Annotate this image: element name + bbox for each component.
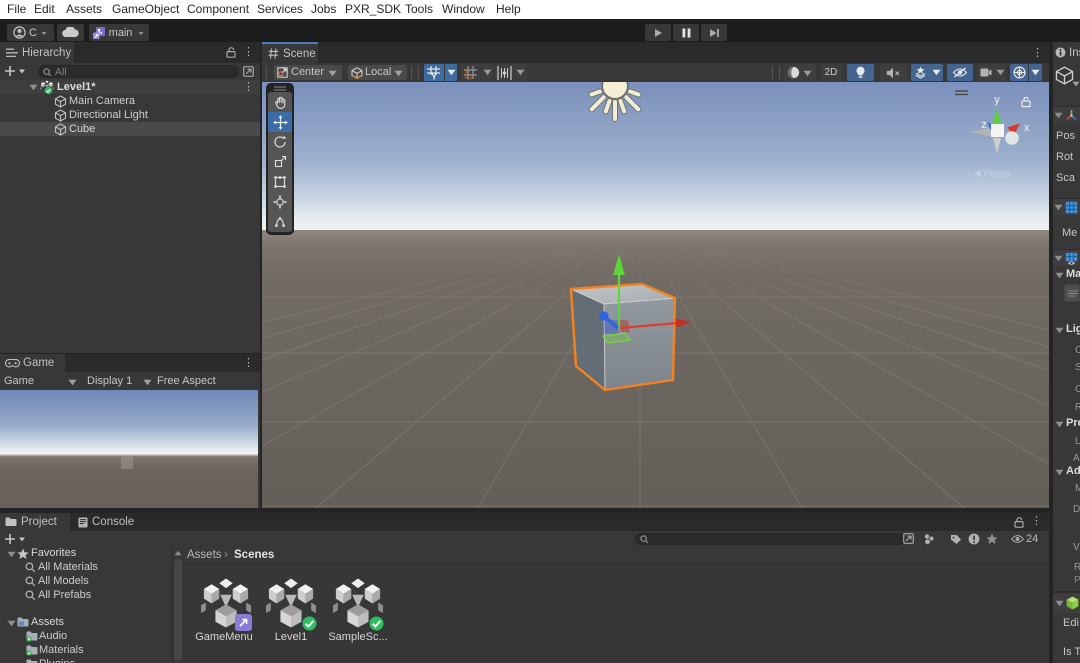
svg-text:x: x: [1024, 122, 1030, 134]
svg-text:y: y: [994, 94, 1000, 106]
svg-text:z: z: [981, 119, 987, 131]
svg-text:Persp: Persp: [984, 169, 1011, 180]
svg-text:Y: Y: [431, 73, 437, 81]
